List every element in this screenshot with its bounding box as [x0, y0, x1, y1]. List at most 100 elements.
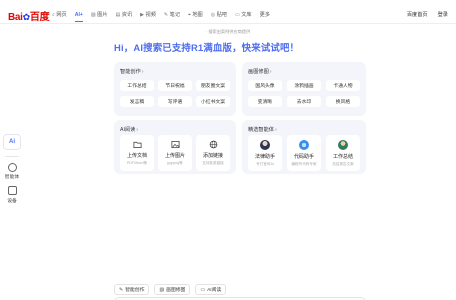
side-toolbar: Ai 智能体 设备 — [2, 134, 22, 210]
tab-notes[interactable]: ✎ 笔记 — [164, 11, 181, 19]
tile-sublabel: 支持各类链接 — [202, 160, 224, 165]
folder-icon — [133, 140, 142, 149]
chip-painting[interactable]: ▨ 画图修图 — [154, 284, 191, 295]
painting-item[interactable]: 去水印 — [287, 96, 321, 107]
code-assistant-avatar — [299, 140, 309, 150]
globe-icon — [209, 140, 218, 149]
agents-card-title[interactable]: 精选智能体› — [248, 126, 277, 133]
image-icon: ▨ — [90, 11, 96, 18]
side-agent-label: 智能体 — [4, 175, 20, 181]
search-type-tabs: ⌕ 网页 AI+ ▨ 图片 ▤ 资讯 ▶ 视频 ✎ 笔记 ⌖ 地图 ◎ 贴吧 ▭ 文库 更多 — [52, 11, 278, 22]
tab-label: 视频 — [145, 12, 156, 18]
reading-card-title[interactable]: AI阅读› — [120, 126, 138, 133]
image-icon: ▨ — [159, 286, 165, 293]
map-icon: ⌖ — [188, 11, 191, 18]
chevron-right-icon: › — [274, 127, 277, 133]
chip-reading[interactable]: ▭ AI阅读 — [195, 284, 227, 295]
tile-label: 添加链接 — [202, 153, 223, 159]
baidu-logo[interactable]: Bai✿百度 — [8, 8, 50, 23]
painting-item[interactable]: 变清晰 — [248, 96, 282, 107]
tile-sublabel: 总结报告文案 — [332, 161, 354, 166]
pen-icon: ✎ — [119, 286, 124, 293]
legal-assistant-avatar — [260, 140, 270, 150]
tile-label: 上传文档 — [126, 153, 147, 159]
quick-action-chips: ✎ 智能创作 ▨ 画图修图 ▭ AI阅读 — [114, 284, 227, 295]
tab-images[interactable]: ▨ 图片 — [90, 11, 108, 19]
tab-label: 图片 — [97, 12, 108, 18]
side-agent-button[interactable]: 智能体 — [2, 162, 22, 181]
welcome-headline: Hi，AI搜索已支持R1满血版，快来试试吧！ — [114, 42, 300, 53]
tile-sublabel: PDF/Word等 — [126, 160, 148, 165]
writing-item[interactable]: 节日祝福 — [158, 80, 192, 91]
side-device-button[interactable]: 设备 — [2, 186, 22, 204]
agent-tile-legal[interactable]: 法律助手 专打官司AI — [248, 135, 282, 171]
painting-item[interactable]: 涂鸦插画 — [287, 80, 321, 91]
top-right-links: 百度首页 登录 — [407, 11, 448, 18]
tile-sublabel: jpg/png等 — [167, 160, 183, 165]
writing-item[interactable]: 小红书文案 — [196, 96, 230, 107]
chevron-right-icon: › — [141, 69, 144, 75]
tab-ai[interactable]: AI+ — [74, 11, 84, 22]
tab-web[interactable]: ⌕ 网页 — [52, 11, 67, 19]
top-navigation: Bai✿百度 ⌕ 网页 AI+ ▨ 图片 ▤ 资讯 ▶ 视频 ✎ 笔记 ⌖ 地图 ◎ 贴吧 ▭… — [0, 0, 456, 30]
side-ai-button[interactable]: Ai — [2, 134, 22, 150]
chevron-right-icon: › — [269, 69, 272, 75]
painting-card-title[interactable]: 画图修图› — [248, 68, 272, 75]
work-summary-avatar — [338, 140, 348, 150]
device-icon — [7, 186, 17, 196]
news-icon: ▤ — [115, 11, 121, 18]
chip-label: 画图修图 — [166, 288, 186, 293]
provider-notice: · 搜索由案例供应商提供 — [205, 29, 251, 34]
tab-label: 笔记 — [169, 12, 181, 18]
baidu-home-link[interactable]: 百度首页 — [407, 11, 428, 18]
tile-label: 法律助手 — [254, 154, 275, 160]
login-link[interactable]: 登录 — [438, 11, 448, 18]
card-title-text: AI阅读 — [120, 127, 136, 133]
search-icon: ⌕ — [52, 11, 55, 18]
tab-map[interactable]: ⌖ 地图 — [188, 11, 203, 19]
tab-video[interactable]: ▶ 视频 — [140, 11, 156, 19]
writing-item[interactable]: 朋友圈文案 — [196, 80, 230, 91]
upload-image-tile[interactable]: 上传图片 jpg/png等 — [158, 135, 192, 171]
writing-card-title[interactable]: 智能创作› — [120, 68, 144, 75]
side-device-label: 设备 — [7, 198, 17, 204]
tab-tieba[interactable]: ◎ 贴吧 — [210, 11, 227, 19]
tab-wenku[interactable]: ▭ 文库 — [235, 11, 252, 19]
tile-label: 代码助手 — [293, 154, 314, 160]
chip-label: 智能创作 — [125, 288, 145, 293]
agent-icon — [7, 162, 17, 172]
ai-icon: Ai — [3, 134, 21, 150]
tab-label: AI+ — [74, 11, 83, 18]
painting-item[interactable]: 卡通人物 — [326, 80, 360, 91]
video-icon: ▶ — [140, 11, 145, 18]
tile-sublabel: 编程写代码专家 — [291, 161, 317, 166]
writing-item[interactable]: 工作总结 — [120, 80, 154, 91]
paw-icon: ✿ — [22, 12, 31, 22]
document-icon: ▭ — [200, 286, 206, 293]
tile-sublabel: 专打官司AI — [256, 161, 274, 166]
painting-item[interactable]: 国风头像 — [248, 80, 282, 91]
writing-item[interactable]: 发言稿 — [120, 96, 154, 107]
chevron-right-icon: › — [136, 127, 139, 133]
tab-more[interactable]: 更多 — [260, 11, 270, 18]
add-link-tile[interactable]: 添加链接 支持各类链接 — [196, 135, 230, 171]
agent-tile-code[interactable]: 代码助手 编程写代码专家 — [287, 135, 321, 171]
tab-label: 网页 — [56, 12, 67, 18]
tab-label: 地图 — [192, 12, 203, 18]
tile-label: 上传图片 — [164, 153, 185, 159]
agent-tile-summary[interactable]: 工作总结 总结报告文案 — [326, 135, 360, 171]
doc-icon: ▭ — [235, 11, 240, 18]
tab-label: 资讯 — [121, 12, 133, 18]
painting-item[interactable]: 换风格 — [326, 96, 360, 107]
logo-text-latin: Bai — [8, 12, 23, 23]
writing-item[interactable]: 写评语 — [158, 96, 192, 107]
logo-text-cn: 百度 — [29, 12, 50, 23]
tab-news[interactable]: ▤ 资讯 — [115, 11, 133, 19]
upload-document-tile[interactable]: 上传文档 PDF/Word等 — [120, 135, 154, 171]
chip-writing[interactable]: ✎ 智能创作 — [114, 284, 150, 295]
side-divider — [5, 156, 19, 157]
chip-label: AI阅读 — [207, 288, 222, 293]
card-title-text: 画图修图 — [248, 69, 269, 75]
tieba-icon: ◎ — [210, 11, 216, 18]
tab-label: 更多 — [259, 12, 271, 18]
